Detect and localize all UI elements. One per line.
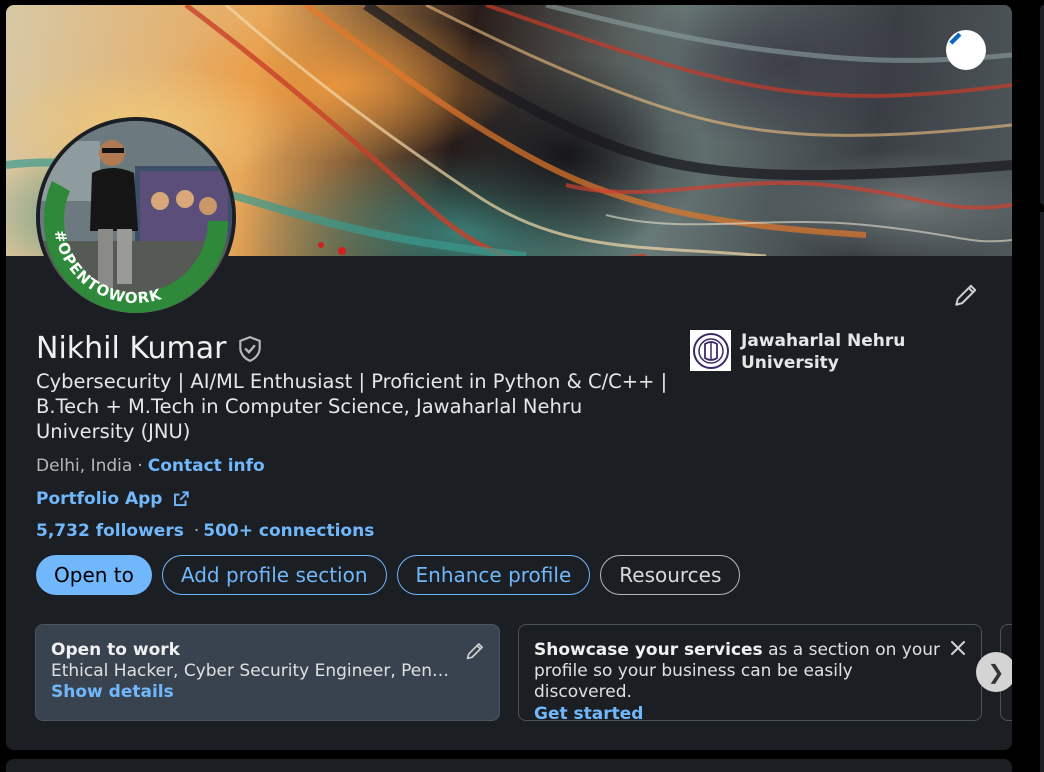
edit-open-to-work-button[interactable] [465, 641, 485, 665]
close-icon [950, 640, 966, 656]
university-name: Jawaharlal Nehru University [741, 331, 906, 373]
edit-banner-button[interactable] [946, 30, 986, 70]
dismiss-services-button[interactable] [949, 639, 967, 661]
location-separator: · [137, 456, 143, 476]
shield-check-icon[interactable] [237, 335, 263, 363]
location-text: Delhi, India [36, 456, 133, 476]
chevron-right-icon: ❯ [987, 660, 1005, 684]
name-row: Nikhil Kumar [36, 331, 263, 366]
profile-headline: Cybersecurity | AI/ML Enthusiast | Profi… [36, 370, 668, 443]
contact-info-link[interactable]: Contact info [148, 456, 265, 476]
education-entry[interactable]: Jawaharlal Nehru University [690, 330, 911, 374]
profile-actions: Open to Add profile section Enhance prof… [36, 555, 741, 595]
resources-button[interactable]: Resources [600, 555, 741, 595]
side-panel-edge-lower [1040, 212, 1044, 772]
svg-text:#OPENTOWORK: #OPENTOWORK [50, 228, 164, 307]
open-to-button[interactable]: Open to [36, 555, 152, 595]
location-row: Delhi, India · Contact info [36, 456, 265, 476]
services-text: Showcase your services as a section on y… [534, 640, 944, 703]
portfolio-link-label: Portfolio App [36, 489, 163, 509]
open-to-work-frame: #OPENTOWORK [43, 181, 228, 313]
profile-name: Nikhil Kumar [36, 331, 227, 366]
get-started-link[interactable]: Get started [534, 704, 966, 724]
pencil-icon [955, 284, 977, 306]
pencil-icon [466, 643, 483, 660]
portfolio-link[interactable]: Portfolio App [36, 489, 190, 509]
services-text-bold: Showcase your services [534, 640, 763, 660]
network-stats: 5,732 followers · 500+ connections [36, 521, 374, 541]
add-profile-section-button[interactable]: Add profile section [161, 555, 387, 595]
enhance-profile-button[interactable]: Enhance profile [396, 555, 591, 595]
open-to-work-card[interactable]: Open to work Ethical Hacker, Cyber Secur… [35, 624, 500, 721]
edit-intro-button[interactable] [950, 279, 982, 311]
university-logo [690, 330, 731, 371]
next-section-card [6, 759, 1012, 772]
profile-intro-card: #OPENTOWORK Nikhil Kumar Cybersecurity |… [6, 5, 1012, 750]
side-panel-edge [1040, 5, 1044, 205]
showcase-services-card[interactable]: Showcase your services as a section on y… [518, 624, 982, 724]
show-details-link[interactable]: Show details [51, 682, 484, 702]
connections-link[interactable]: 500+ connections [203, 521, 374, 541]
avatar: #OPENTOWORK [40, 121, 232, 313]
profile-photo[interactable]: #OPENTOWORK [36, 117, 236, 317]
carousel-next-button[interactable]: ❯ [976, 652, 1012, 692]
followers-link[interactable]: 5,732 followers [36, 521, 184, 541]
pencil-icon [948, 32, 962, 46]
open-to-work-title: Open to work [51, 640, 180, 660]
open-to-work-roles: Ethical Hacker, Cyber Security Engineer,… [51, 661, 451, 681]
university-seal-icon [692, 332, 729, 369]
external-link-icon [174, 491, 190, 506]
stats-separator: · [193, 521, 200, 541]
